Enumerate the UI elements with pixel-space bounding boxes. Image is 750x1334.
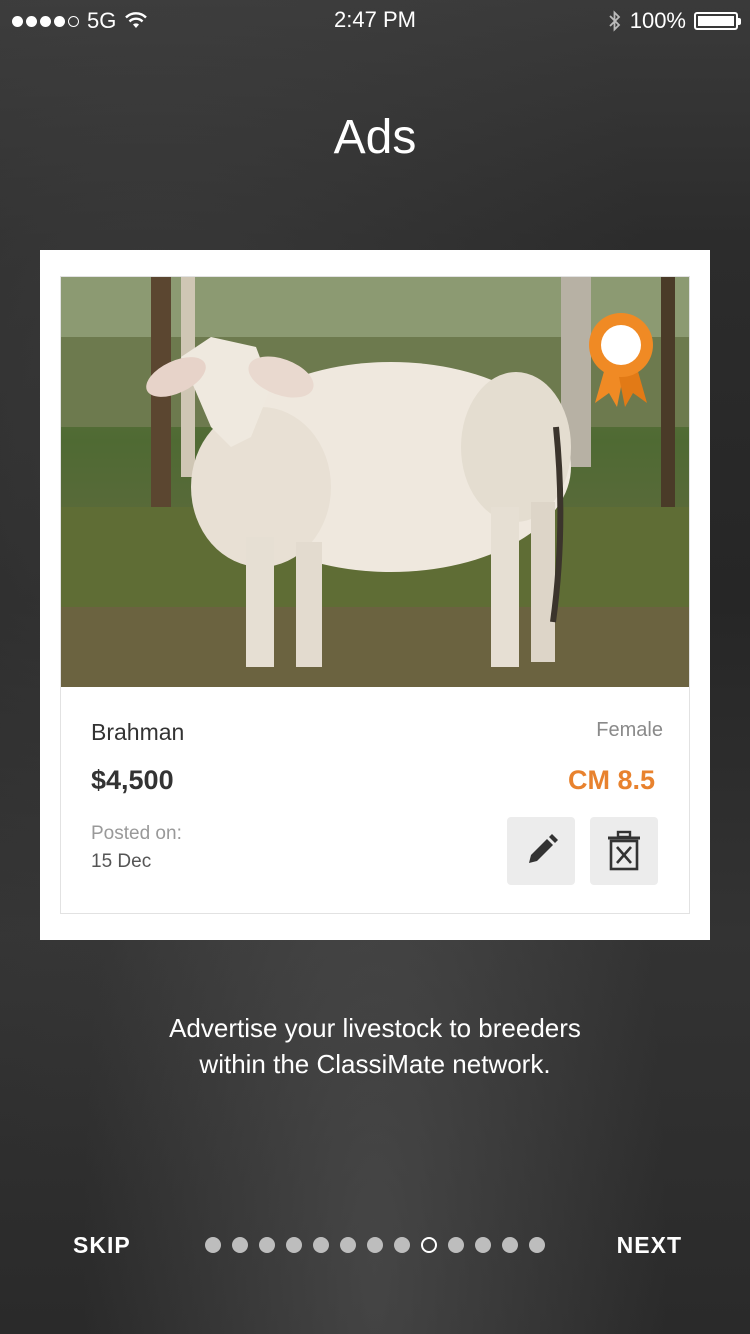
onboarding-caption: Advertise your livestock to breeders wit…	[0, 1010, 750, 1082]
page-dot	[313, 1237, 329, 1253]
posted-on-label: Posted on:	[91, 823, 182, 844]
battery-level	[698, 16, 734, 26]
page-dot	[205, 1237, 221, 1253]
edit-button[interactable]	[507, 817, 575, 885]
livestock-photo	[61, 277, 689, 687]
page-dot	[232, 1237, 248, 1253]
page-dot	[259, 1237, 275, 1253]
ad-card[interactable]: Brahman Female $4,500 CM 8.5 Posted on: …	[40, 250, 710, 940]
award-ribbon-icon	[589, 313, 653, 407]
ad-card-content: Brahman Female $4,500 CM 8.5 Posted on: …	[60, 276, 690, 914]
breed-label: Brahman	[91, 719, 185, 745]
bluetooth-icon	[609, 10, 620, 32]
page-dot	[286, 1237, 302, 1253]
sex-label: Female	[596, 719, 663, 741]
caption-line-2: within the ClassiMate network.	[199, 1049, 551, 1079]
page-dot	[529, 1237, 545, 1253]
trash-icon	[608, 830, 640, 871]
cm-score: CM 8.5	[567, 765, 655, 795]
status-bar: 5G 2:47 PM 100%	[0, 0, 750, 40]
page-title: Ads	[333, 111, 417, 164]
status-right: 100%	[608, 8, 741, 34]
battery-percent: 100%	[629, 8, 686, 33]
page-dot	[367, 1237, 383, 1253]
page-dot	[340, 1237, 356, 1253]
next-button[interactable]: NEXT	[617, 1232, 682, 1259]
battery-icon	[694, 12, 741, 30]
posted-date: 15 Dec	[91, 851, 152, 872]
page-dot-active	[421, 1237, 437, 1253]
page-dot	[448, 1237, 464, 1253]
page-dot	[475, 1237, 491, 1253]
page-dot	[394, 1237, 410, 1253]
page-dot	[502, 1237, 518, 1253]
caption-line-1: Advertise your livestock to breeders	[169, 1013, 581, 1043]
pencil-icon	[529, 834, 558, 863]
skip-button[interactable]: SKIP	[73, 1232, 131, 1259]
price-label: $4,500	[91, 765, 174, 795]
page-indicator	[205, 1237, 545, 1253]
bottom-navigation: SKIP NEXT	[0, 1228, 750, 1262]
delete-button[interactable]	[590, 817, 658, 885]
